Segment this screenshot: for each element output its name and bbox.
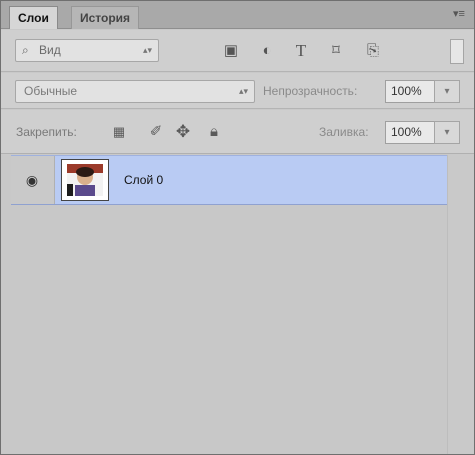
spinner-icon: ▴▾ — [142, 45, 152, 55]
fill-field[interactable]: 100% — [385, 121, 435, 144]
type-filter-icon[interactable]: T — [291, 41, 311, 61]
portrait-thumbnail-image — [67, 164, 103, 196]
spinner-icon: ▴▾ — [238, 86, 248, 96]
layers-scrollbar[interactable] — [447, 155, 474, 454]
layers-list: ◉ Слой 0 — [1, 155, 474, 454]
lock-paint-brush-icon[interactable]: ✐ — [146, 122, 166, 142]
search-icon: ⌕ — [22, 43, 29, 57]
panel-menu-icon[interactable]: ▾≡ — [452, 7, 466, 21]
lock-transparency-icon[interactable]: ▦ — [109, 122, 129, 142]
image-filter-icon[interactable]: ▣ — [221, 41, 241, 61]
blend-bar: Обычные ▴▾ Непрозрачность: 100% ▾ — [1, 73, 474, 109]
filter-kind-select[interactable]: ⌕ Вид ▴▾ — [15, 39, 159, 62]
tab-history[interactable]: История — [71, 6, 140, 29]
opacity-field[interactable]: 100% — [385, 80, 435, 103]
lock-position-icon[interactable]: ✥ — [173, 122, 193, 142]
layer-thumbnail — [61, 159, 109, 201]
blend-mode-select[interactable]: Обычные ▴▾ — [15, 80, 255, 103]
visibility-cell[interactable]: ◉ — [11, 156, 55, 204]
opacity-label: Непрозрачность: — [263, 84, 358, 98]
eye-icon[interactable]: ◉ — [22, 170, 42, 190]
filter-kind-label: Вид — [39, 43, 61, 57]
fill-dropdown-button[interactable]: ▾ — [434, 121, 460, 144]
lock-all-icon[interactable]: 🔒︎ — [204, 122, 224, 142]
opacity-dropdown-button[interactable]: ▾ — [434, 80, 460, 103]
layer-row[interactable]: ◉ Слой 0 — [11, 155, 447, 205]
smart-object-filter-icon[interactable]: ⎘ — [363, 41, 383, 61]
layers-panel: Слои История ▾≡ ⌕ Вид ▴▾ ▣ ◐ T ⌑ ⎘ Обычн… — [0, 0, 475, 455]
layer-name[interactable]: Слой 0 — [124, 173, 163, 187]
blend-mode-value: Обычные — [24, 84, 78, 98]
fill-label: Заливка: — [319, 125, 369, 139]
shape-filter-icon[interactable]: ⌑ — [326, 41, 346, 61]
adjustment-filter-icon[interactable]: ◐ — [257, 41, 277, 61]
tab-layers[interactable]: Слои — [9, 6, 58, 29]
filter-bar: ⌕ Вид ▴▾ ▣ ◐ T ⌑ ⎘ — [1, 30, 474, 72]
filter-toggle[interactable] — [450, 39, 464, 64]
lock-label: Закрепить: — [16, 125, 77, 139]
panel-tab-bar: Слои История ▾≡ — [1, 1, 474, 29]
lock-bar: Закрепить: ▦ ✐ ✥ 🔒︎ Заливка: 100% ▾ — [1, 110, 474, 154]
